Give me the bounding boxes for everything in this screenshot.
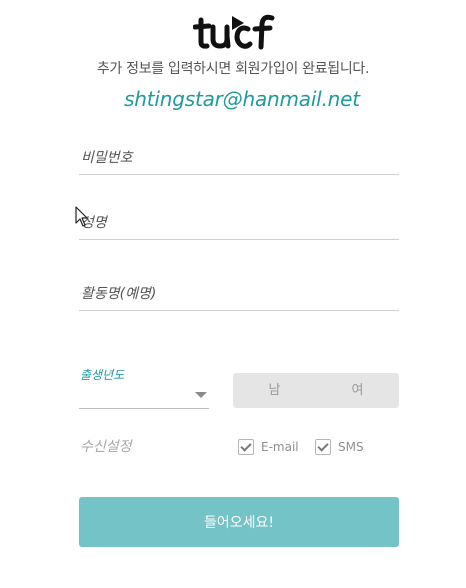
name-field	[79, 209, 401, 240]
chevron-down-icon	[195, 392, 207, 398]
signup-instruction: 추가 정보를 입력하시면 회원가입이 완료됩니다.	[96, 61, 370, 77]
birth-year-label: 출생년도	[80, 368, 125, 382]
checkbox-icon	[315, 439, 331, 455]
password-input[interactable]	[79, 144, 401, 172]
gender-toggle: 남 여	[233, 373, 399, 408]
gender-female-option[interactable]: 여	[316, 373, 399, 408]
sms-consent-label: SMS	[338, 440, 364, 454]
submit-button[interactable]: 들어오세요!	[79, 497, 399, 547]
birth-year-select[interactable]	[79, 384, 209, 409]
checkbox-icon	[238, 439, 254, 455]
receive-settings-label: 수신설정	[80, 439, 132, 455]
email-consent-label: E-mail	[261, 440, 299, 454]
sms-consent-checkbox[interactable]: SMS	[315, 437, 364, 457]
email-consent-checkbox[interactable]: E-mail	[238, 437, 299, 457]
check-icon	[240, 440, 252, 452]
tucf-logo	[193, 14, 275, 50]
nickname-input[interactable]	[79, 280, 401, 308]
gender-male-option[interactable]: 남	[233, 373, 316, 408]
check-icon	[317, 440, 329, 452]
nickname-field	[79, 280, 401, 311]
account-email: shtingstar@hanmail.net	[124, 87, 360, 111]
password-field	[79, 144, 401, 175]
name-input[interactable]	[79, 209, 401, 237]
